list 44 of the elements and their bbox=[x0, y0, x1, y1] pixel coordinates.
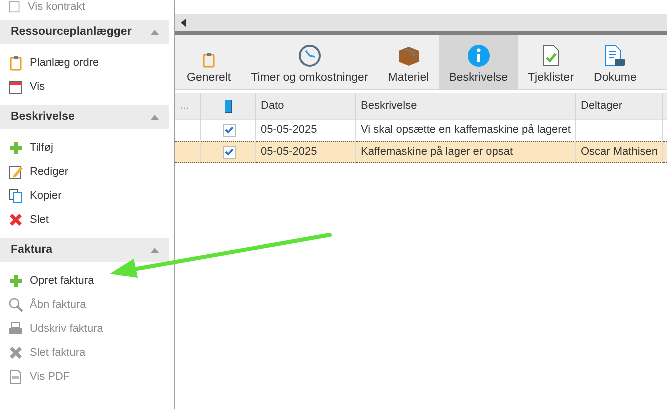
search-icon bbox=[8, 297, 24, 313]
cross-icon bbox=[8, 345, 24, 361]
table-cell: Kaffemaskine på lager er opsat bbox=[356, 141, 576, 163]
toolbar-tab[interactable]: Tjeklister bbox=[518, 35, 584, 89]
document-icon bbox=[8, 369, 24, 385]
clipboard-icon bbox=[201, 52, 218, 68]
box-icon bbox=[396, 44, 421, 68]
calendar-icon bbox=[8, 79, 24, 95]
checkbox[interactable] bbox=[223, 124, 236, 136]
menu-item[interactable]: Planlæg ordre bbox=[0, 51, 169, 75]
table-cell: 05-05-2025 bbox=[256, 119, 356, 141]
info-icon bbox=[466, 44, 491, 68]
scroll-left-icon[interactable] bbox=[179, 18, 189, 26]
phone-icon bbox=[224, 100, 232, 112]
menu-item[interactable]: Rediger bbox=[0, 160, 169, 184]
table-cell: Vi skal opsætte en kaffemaskine på lageret bbox=[356, 119, 576, 141]
clock-icon bbox=[298, 44, 322, 68]
plus-icon bbox=[8, 140, 24, 156]
printer-icon bbox=[8, 321, 24, 337]
toolbar-tab[interactable]: Materiel bbox=[378, 35, 440, 89]
row-handle-cell[interactable] bbox=[175, 141, 201, 163]
menu-item[interactable]: Opret faktura bbox=[0, 269, 169, 293]
section-header[interactable]: Faktura bbox=[0, 238, 169, 262]
toolbar-tab[interactable]: Generelt bbox=[177, 35, 242, 89]
plus-icon bbox=[8, 273, 24, 289]
menu-item[interactable]: Slet bbox=[0, 208, 169, 232]
header-cell[interactable]: Beskrivelse bbox=[356, 93, 576, 119]
section-header[interactable]: Ressourceplanlægger bbox=[0, 20, 169, 44]
section-header[interactable]: Beskrivelse bbox=[0, 105, 169, 129]
header-cell[interactable]: Deltager bbox=[576, 93, 663, 119]
menu-item[interactable]: Tilføj bbox=[0, 136, 169, 160]
table-cell: Oscar Mathisen bbox=[576, 141, 663, 163]
header-cell[interactable]: Dato bbox=[256, 93, 356, 119]
toolbar-tab[interactable]: Timer og omkostninger bbox=[241, 35, 378, 89]
toolbar-tab[interactable]: Beskrivelse bbox=[439, 35, 518, 89]
menu-item[interactable]: Vis bbox=[0, 75, 169, 99]
document-camera-icon bbox=[603, 44, 628, 68]
copy-icon bbox=[8, 188, 24, 204]
toolbar-tab[interactable]: Dokume bbox=[584, 35, 647, 89]
clipboard-icon bbox=[8, 55, 24, 71]
cross-icon bbox=[8, 212, 24, 228]
menu-item[interactable]: Kopier bbox=[0, 184, 169, 208]
checkbox[interactable] bbox=[223, 146, 236, 158]
table-cell: 05-05-2025 bbox=[256, 141, 356, 163]
